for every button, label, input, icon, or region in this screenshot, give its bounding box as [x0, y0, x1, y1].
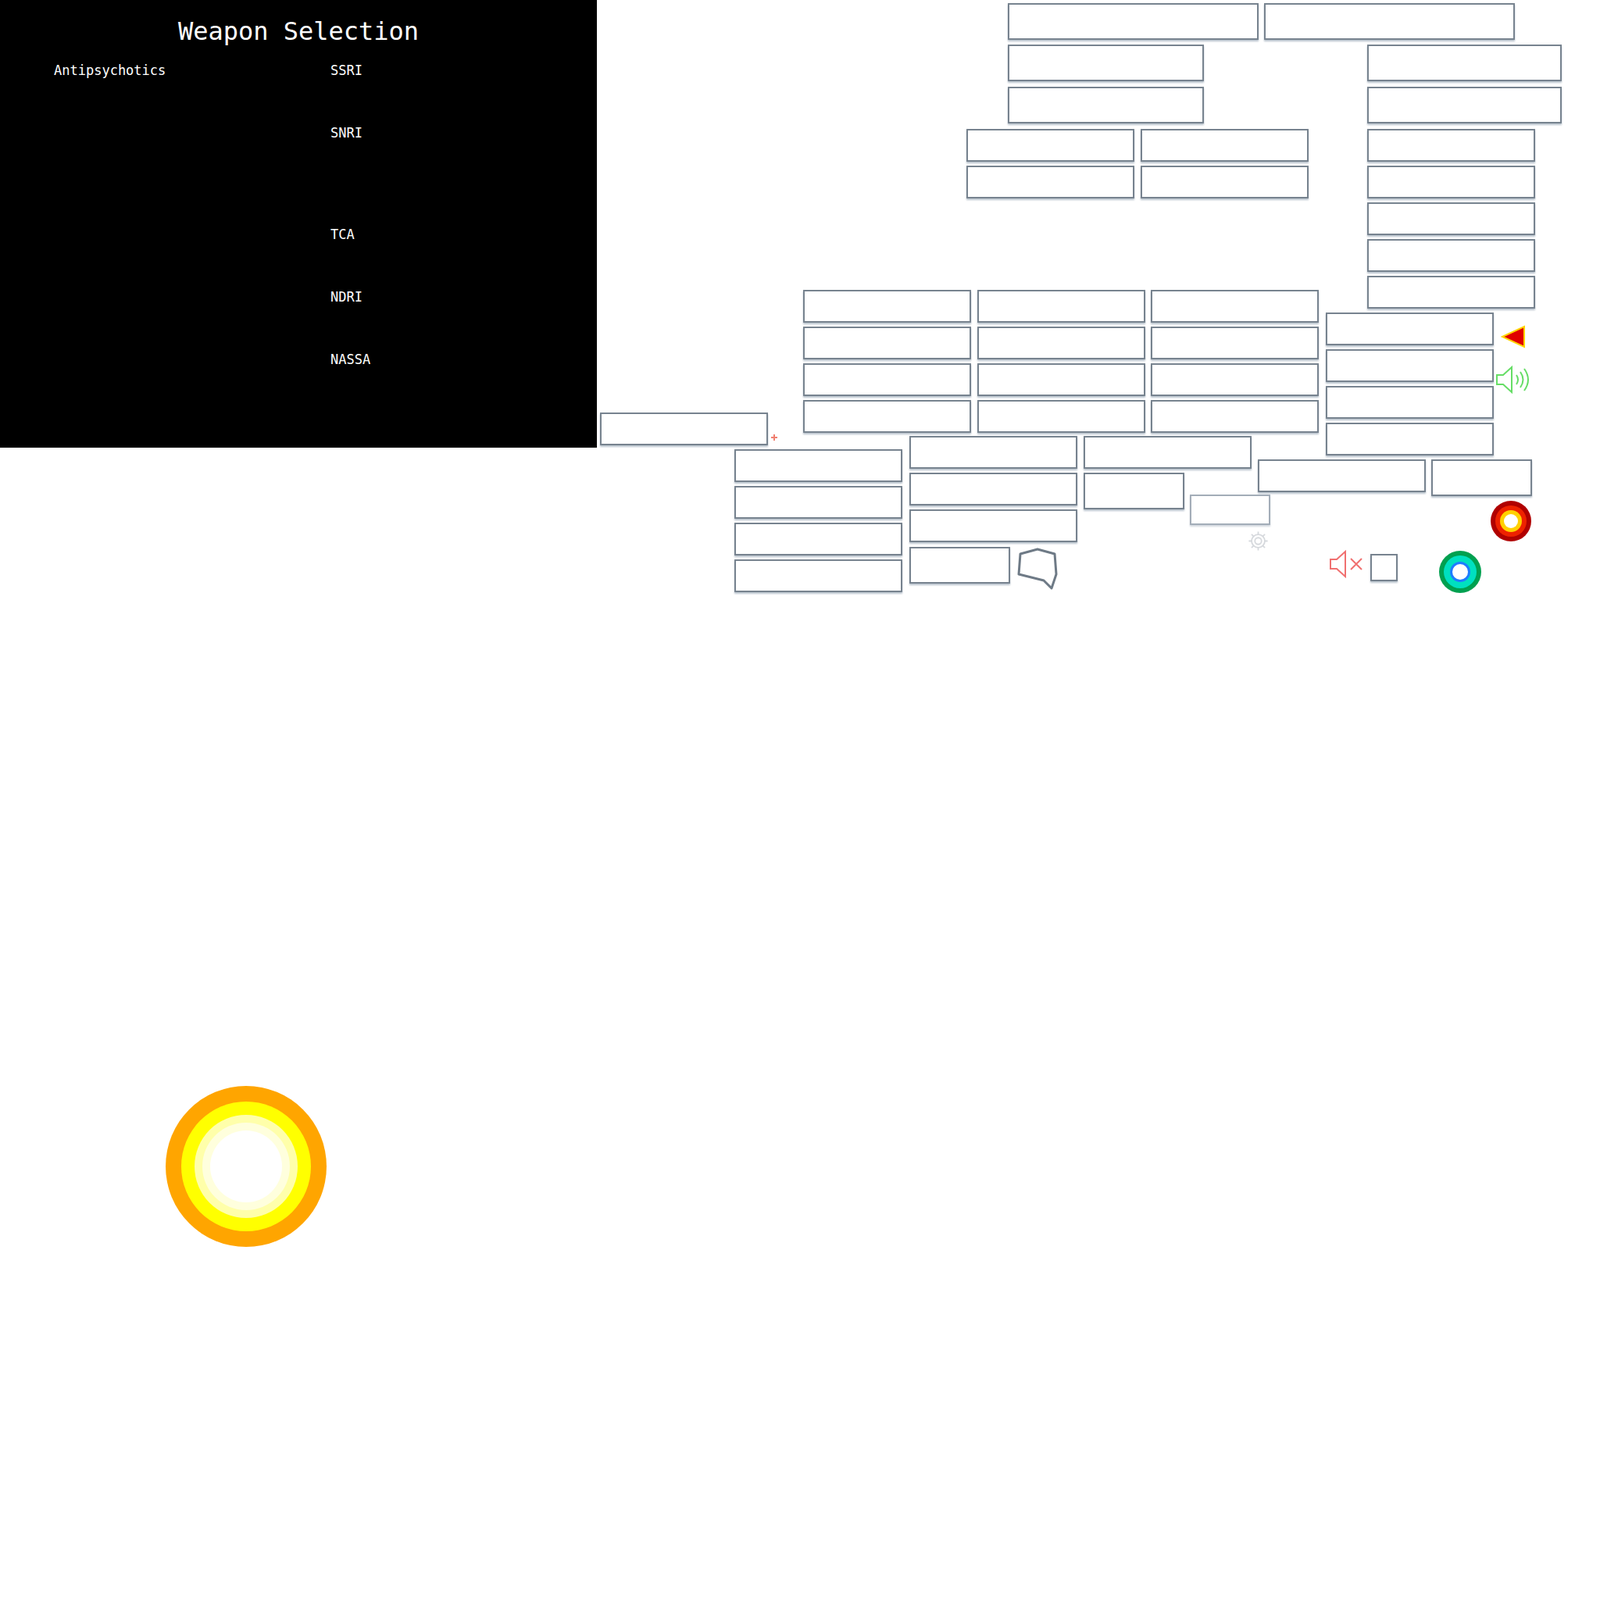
sprite-box — [1325, 422, 1494, 456]
sprite-box — [1370, 553, 1398, 582]
sprite-box — [1367, 86, 1562, 124]
weapon-selection-panel: Weapon Selection Antipsychotics SSRI SNRI… — [0, 0, 597, 448]
sprite-box — [1150, 363, 1319, 397]
sprite-box — [1140, 165, 1309, 199]
sprite-box — [909, 472, 1078, 506]
sprite-box — [1007, 44, 1204, 82]
sprite-box — [1007, 86, 1204, 124]
sprite-box — [803, 289, 972, 323]
green-target-icon — [1438, 550, 1483, 594]
weapon-category[interactable]: SNRI — [330, 125, 371, 140]
speaker-muted-icon — [1328, 549, 1368, 579]
sprite-box — [734, 559, 903, 593]
sprite-box — [734, 485, 903, 519]
weapon-category[interactable]: NASSA — [330, 352, 371, 367]
sprite-box — [977, 289, 1146, 323]
sprite-box — [909, 546, 1011, 584]
sprite-box — [966, 165, 1135, 199]
sprite-box — [1007, 3, 1259, 40]
sprite-box — [734, 449, 903, 483]
sprite-box — [803, 363, 972, 397]
sprite-box — [734, 522, 903, 556]
sprite-box — [1257, 459, 1426, 493]
sprite-box — [1367, 239, 1536, 272]
sprite-box — [1150, 326, 1319, 360]
left-column: Antipsychotics — [0, 63, 331, 367]
speaker-on-icon — [1494, 364, 1533, 396]
sprite-box — [977, 363, 1146, 397]
sprite-box — [1367, 128, 1536, 162]
sprite-box — [1367, 44, 1562, 82]
sprite-box — [1150, 289, 1319, 323]
left-arrow-icon — [1500, 324, 1527, 350]
gear-icon — [1246, 529, 1270, 553]
sprite-box — [1083, 435, 1252, 469]
plus-icon — [770, 433, 779, 442]
red-target-icon — [1489, 500, 1533, 543]
sprite-box — [803, 326, 972, 360]
weapon-category[interactable]: NDRI — [330, 289, 371, 304]
sprite-box — [1367, 165, 1536, 199]
sprite-box — [966, 128, 1135, 162]
sprite-box — [1325, 385, 1494, 419]
sprite-box — [1083, 472, 1185, 510]
sprite-box — [1140, 128, 1309, 162]
weapon-category[interactable]: TCA — [330, 227, 371, 242]
sprite-box — [600, 412, 768, 446]
sprite-box — [1264, 3, 1515, 40]
sprite-box — [1367, 202, 1536, 236]
sprite-box — [909, 435, 1078, 469]
panel-title: Weapon Selection — [0, 0, 597, 47]
sprite-sheet: Weapon Selection Antipsychotics SSRI SNRI… — [0, 0, 1600, 1600]
weapon-category[interactable]: Antipsychotics — [53, 63, 331, 78]
weapon-category[interactable]: SSRI — [330, 63, 371, 78]
sprite-box — [977, 326, 1146, 360]
sprite-box — [909, 509, 1078, 543]
sprite-box — [1150, 400, 1319, 433]
sprite-box — [1189, 494, 1271, 525]
sprite-box — [1325, 349, 1494, 383]
sprite-box — [1325, 312, 1494, 346]
polygon-shape-icon — [1015, 547, 1060, 590]
sun-icon — [165, 1085, 327, 1247]
sprite-box — [803, 400, 972, 433]
sprite-box — [977, 400, 1146, 433]
sprite-box — [1367, 275, 1536, 309]
right-column: SSRI SNRI TCA NDRI NASSA — [330, 63, 371, 367]
sprite-box — [1431, 459, 1533, 497]
